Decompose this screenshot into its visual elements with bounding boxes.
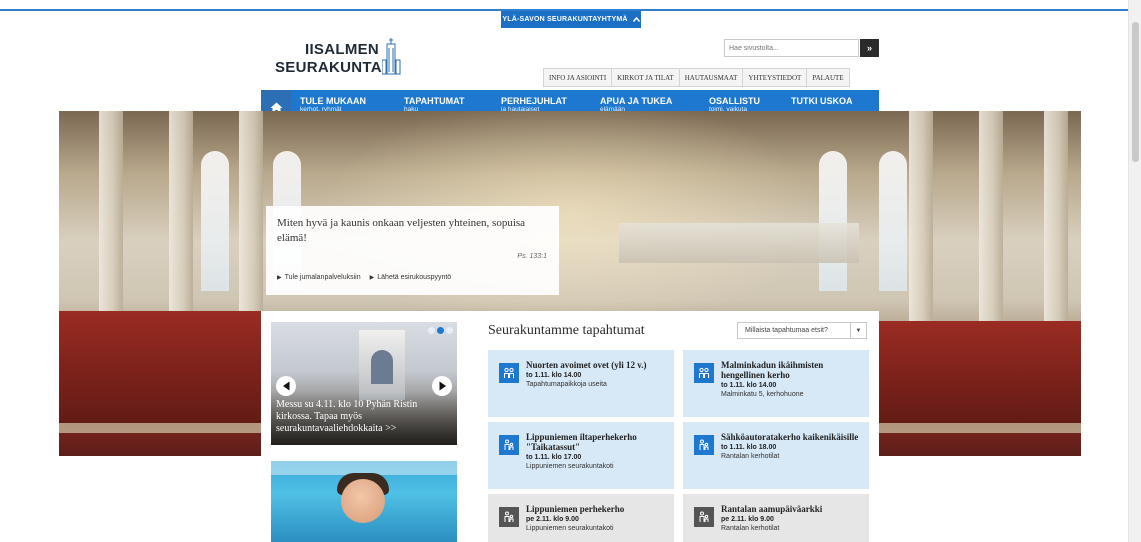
prayer-request-link[interactable]: ▶ Lähetä esirukouspyyntö xyxy=(370,274,452,281)
event-card[interactable]: Lippuniemen iltaperhekerho "Taikatassut"… xyxy=(488,422,674,489)
main-nav-join-title: TULE MUKAAN xyxy=(300,96,366,106)
events-title: Seurakuntamme tapahtumat xyxy=(488,323,645,338)
event-time: to 1.11. klo 18.00 xyxy=(721,444,777,451)
family-icon xyxy=(499,435,519,455)
event-name: Sähköautoratakerho kaikenikäisille xyxy=(721,432,859,442)
search-button[interactable]: » xyxy=(860,39,879,57)
event-time: pe 2.11. klo 9.00 xyxy=(526,516,579,523)
event-card[interactable]: Nuorten avoimet ovet (yli 12 v.) to 1.11… xyxy=(488,350,674,417)
prayer-request-link-label: Lähetä esirukouspyyntö xyxy=(377,274,452,281)
bible-reference: Ps. 133:1 xyxy=(517,253,547,260)
quote-links: ▶ Tule jumalanpalveluksiin ▶ Lähetä esiruk… xyxy=(277,274,451,281)
bible-quote-box: Miten hyvä ja kaunis onkaan veljesten yh… xyxy=(266,206,559,295)
logo-line2: SEURAKUNTA xyxy=(275,59,382,76)
event-name: Lippuniemen iltaperhekerho "Taikatassut" xyxy=(526,432,637,452)
main-nav-participate-title: OSALLISTU xyxy=(709,96,760,106)
event-place: Rantalan kerhotilat xyxy=(721,525,780,532)
util-nav-cemeteries[interactable]: HAUTAUSMAAT xyxy=(678,68,743,87)
slider-caption[interactable]: Messu su 4.11. klo 10 Pyhän Ristin kirko… xyxy=(276,399,448,435)
util-nav-churches[interactable]: KIRKOT JA TILAT xyxy=(611,68,679,87)
main-nav-events-title: TAPAHTUMAT xyxy=(404,96,465,106)
page-scrollbar[interactable] xyxy=(1128,0,1141,542)
family-icon xyxy=(694,507,714,527)
slider-dot-active[interactable] xyxy=(437,327,444,334)
chevron-up-icon xyxy=(632,15,640,24)
event-card[interactable]: Lippuniemen perhekerho pe 2.11. klo 9.00… xyxy=(488,494,674,542)
logo-line1: IISALMEN xyxy=(305,41,380,58)
church-tower-icon xyxy=(382,38,401,75)
event-place: Rantalan kerhotilat xyxy=(721,453,780,460)
event-time: to 1.11. klo 17.00 xyxy=(526,454,582,461)
event-time: to 1.11. klo 14.00 xyxy=(721,382,777,389)
event-time: pe 2.11. klo 9.00 xyxy=(721,516,774,523)
slider-dot[interactable] xyxy=(428,327,435,334)
main-nav-family-title: PERHEJUHLAT xyxy=(501,96,567,106)
swimming-child-photo[interactable] xyxy=(271,461,457,542)
event-card[interactable]: Malminkadun ikäihmisten hengellinen kerh… xyxy=(683,350,869,417)
event-type-select[interactable]: Millaista tapahtumaa etsit? xyxy=(737,322,851,339)
bible-quote: Miten hyvä ja kaunis onkaan veljesten yh… xyxy=(277,217,526,244)
slider-dots xyxy=(428,327,453,334)
site-search: » xyxy=(724,39,879,57)
elderly-group-icon xyxy=(694,363,714,383)
family-icon xyxy=(694,435,714,455)
event-place: Tapahtumapaikkoja useita xyxy=(526,381,607,388)
util-nav-info[interactable]: INFO JA ASIOINTI xyxy=(543,68,612,87)
parish-union-label: YLÄ-SAVON SEURAKUNTAYHTYMÄ xyxy=(502,16,628,23)
event-type-dropdown[interactable]: Millaista tapahtumaa etsit? ▼ xyxy=(737,322,867,339)
event-name: Malminkadun ikäihmisten hengellinen kerh… xyxy=(721,360,824,380)
worship-link[interactable]: ▶ Tule jumalanpalveluksiin xyxy=(277,274,361,281)
family-icon xyxy=(499,507,519,527)
chevron-down-icon[interactable]: ▼ xyxy=(851,322,867,339)
event-card[interactable]: Rantalan aamupäiväarkki pe 2.11. klo 9.0… xyxy=(683,494,869,542)
util-nav-contacts[interactable]: YHTEYSTIEDOT xyxy=(742,68,807,87)
arrow-left-icon xyxy=(282,381,289,391)
event-name: Lippuniemen perhekerho xyxy=(526,504,625,514)
event-place: Malminkatu 5, kerhohuone xyxy=(721,391,804,398)
slider-prev-button[interactable] xyxy=(276,376,296,396)
event-place: Lippuniemen seurakuntakoti xyxy=(526,463,614,470)
utility-nav: INFO JA ASIOINTI KIRKOT JA TILAT HAUTAUS… xyxy=(543,68,850,87)
search-input[interactable] xyxy=(724,39,859,57)
event-place: Lippuniemen seurakuntakoti xyxy=(526,525,614,532)
slider-dot[interactable] xyxy=(446,327,453,334)
main-nav-help-title: APUA JA TUKEA xyxy=(600,96,673,106)
slider-next-button[interactable] xyxy=(432,376,452,396)
parish-union-tab[interactable]: YLÄ-SAVON SEURAKUNTAYHTYMÄ xyxy=(501,11,641,28)
util-nav-feedback[interactable]: PALAUTE xyxy=(806,68,850,87)
arrow-right-icon xyxy=(439,381,446,391)
youth-group-icon xyxy=(499,363,519,383)
event-card[interactable]: Sähköautoratakerho kaikenikäisille to 1.… xyxy=(683,422,869,489)
site-logo[interactable]: IISALMEN SEURAKUNTA xyxy=(275,38,405,78)
scrollbar-thumb[interactable] xyxy=(1132,22,1139,162)
news-slider[interactable]: Messu su 4.11. klo 10 Pyhän Ristin kirko… xyxy=(271,322,457,445)
play-arrow-icon: ▶ xyxy=(277,275,282,281)
event-time: to 1.11. klo 14.00 xyxy=(526,372,582,379)
play-arrow-icon: ▶ xyxy=(369,275,375,281)
main-nav-faith-title: TUTKI USKOA xyxy=(791,96,853,106)
worship-link-label: Tule jumalanpalveluksiin xyxy=(284,274,361,281)
event-name: Rantalan aamupäiväarkki xyxy=(721,504,823,514)
event-name: Nuorten avoimet ovet (yli 12 v.) xyxy=(526,360,647,370)
